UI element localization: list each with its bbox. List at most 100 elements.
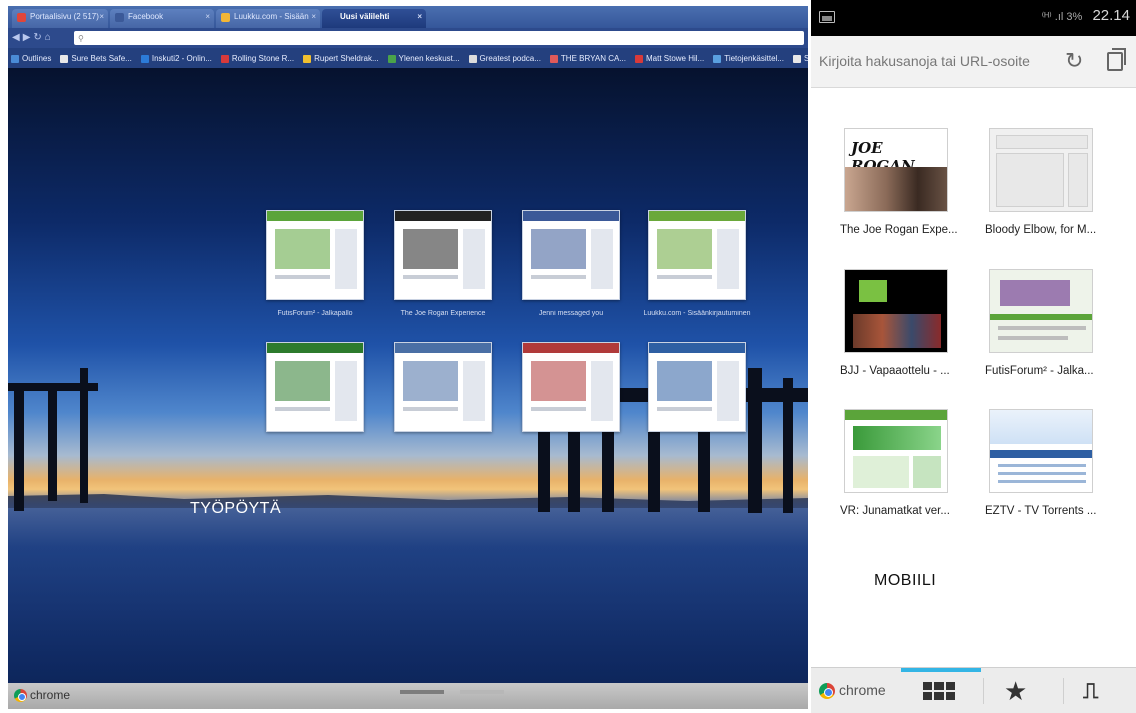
chrome-logo-icon (819, 683, 835, 699)
thumbnail-sidebar (335, 361, 357, 421)
most-visited-thumbnail[interactable] (522, 342, 620, 432)
thumbnail-content (853, 456, 909, 488)
grid-icon[interactable] (923, 682, 955, 700)
thumbnail-sidebar (463, 361, 485, 421)
thumbnail-text-line (998, 336, 1068, 340)
reload-icon[interactable]: ↻ (1065, 48, 1083, 74)
signal-battery-icons: ⁽ᴴ⁾ .ıl 3% (1041, 11, 1083, 23)
thumbnail-title: The Joe Rogan Experience (400, 310, 486, 317)
star-icon[interactable]: ★ (1004, 676, 1027, 707)
tile-title: BJJ - Vapaaottelu - ... (840, 365, 950, 377)
thumbnail-sidebar (913, 456, 941, 488)
chrome-logo-icon (14, 689, 27, 702)
most-visited-thumbnail[interactable] (394, 210, 492, 300)
thumbnail-text-line (403, 275, 458, 279)
thumbnail-header (267, 343, 363, 353)
thumbnail-header (649, 343, 745, 353)
thumbnail-header (267, 211, 363, 221)
most-visited-thumbnail[interactable] (522, 210, 620, 300)
placeholder-block (996, 135, 1088, 149)
most-visited-thumbnail[interactable] (266, 210, 364, 300)
thumbnail-text-line (531, 407, 586, 411)
tab-switcher-icon[interactable] (1107, 48, 1126, 71)
desktop-caption: TYÖPÖYTÄ (190, 500, 282, 517)
thumbnail-banner (1000, 280, 1070, 306)
thumbnail-banner (990, 410, 1092, 444)
thumbnail-sidebar (463, 229, 485, 289)
other-devices-icon[interactable]: ⎍ (1083, 678, 1115, 704)
thumbnail-header (395, 343, 491, 353)
divider (983, 678, 984, 704)
thumbnail-sidebar (717, 361, 739, 421)
most-visited-thumbnail[interactable] (648, 342, 746, 432)
thumbnail-content (657, 361, 712, 401)
thumbnail-text-line (657, 275, 712, 279)
thumbnail-header (845, 410, 947, 420)
mobile-chrome-window: ⁽ᴴ⁾ .ıl 3% 22.14 Kirjoita hakusanoja tai… (811, 0, 1136, 713)
section-tab-most-visited[interactable] (400, 690, 444, 694)
mobile-caption: MOBIILI (874, 572, 937, 589)
tile-title: Bloody Elbow, for M... (985, 224, 1097, 236)
thumbnail-content (275, 361, 330, 401)
chrome-brand: chrome (14, 688, 70, 702)
thumbnail-title: FutisForum² - Jalkapallo (277, 310, 353, 317)
thumbnail-text-line (998, 472, 1086, 475)
divider (1063, 678, 1064, 704)
thumbnail-header (523, 211, 619, 221)
status-time: 22.14 (1092, 7, 1130, 24)
desktop-chrome-window: Portaalisivu (2 517) × Facebook × Luukku… (8, 6, 808, 709)
most-visited-tile[interactable] (989, 409, 1093, 493)
thumbnail-content (275, 229, 330, 269)
url-bar: Kirjoita hakusanoja tai URL-osoite ↻ (811, 36, 1136, 88)
most-visited-tile[interactable] (989, 128, 1093, 212)
thumbnail-content (531, 229, 586, 269)
thumbnail-header (523, 343, 619, 353)
thumbnail-content (531, 361, 586, 401)
thumbnail-header (990, 314, 1092, 320)
thumbnail-content (403, 229, 458, 269)
most-visited-thumbnail[interactable] (266, 342, 364, 432)
thumbnail-text-line (275, 407, 330, 411)
most-visited-tile[interactable] (989, 269, 1093, 353)
thumbnail-text-line (998, 480, 1086, 483)
thumbnail-title: Luukku.com - Sisäänkirjautuminen (643, 310, 751, 317)
chrome-brand-label: chrome (839, 682, 886, 698)
gallery-notification-icon (819, 11, 835, 23)
thumbnail-header (649, 211, 745, 221)
chrome-brand: chrome (819, 682, 886, 699)
thumbnail-content (403, 361, 458, 401)
thumbnail-sidebar (717, 229, 739, 289)
most-visited-thumbnail[interactable] (394, 342, 492, 432)
thumbnail-text-line (403, 407, 458, 411)
thumbnail-banner (853, 426, 941, 450)
comparison-screenshot: Portaalisivu (2 517) × Facebook × Luukku… (0, 0, 1136, 713)
thumbnail-header (990, 450, 1092, 458)
most-visited-thumbnail[interactable] (648, 210, 746, 300)
most-visited-grid: FutisForum² - Jalkapallo The Joe Rogan Ex… (8, 6, 808, 709)
thumbnail-sidebar (591, 229, 613, 289)
thumbnail-header (395, 211, 491, 221)
tile-title: FutisForum² - Jalka... (985, 365, 1094, 377)
thumbnail-text-line (657, 407, 712, 411)
section-tab-apps[interactable] (460, 690, 504, 694)
status-indicators: ⁽ᴴ⁾ .ıl 3% 22.14 (1042, 7, 1130, 24)
bottom-navigation: chrome ★ ⎍ (811, 667, 1136, 713)
bottom-bar: chrome (8, 683, 808, 709)
thumbnail-title: Jenni messaged you (538, 310, 604, 317)
tile-title: EZTV - TV Torrents ... (985, 505, 1097, 517)
omnibox-input[interactable]: Kirjoita hakusanoja tai URL-osoite (819, 53, 1030, 69)
active-section-indicator (901, 668, 981, 672)
tile-title: The Joe Rogan Expe... (840, 224, 958, 236)
thumbnail-sidebar (591, 361, 613, 421)
thumbnail-photo (853, 314, 941, 348)
thumbnail-photo (845, 167, 947, 211)
thumbnail-text-line (531, 275, 586, 279)
most-visited-tile[interactable] (844, 409, 948, 493)
placeholder-block (996, 153, 1064, 207)
most-visited-tile[interactable]: JOE ROGAN (844, 128, 948, 212)
chrome-brand-label: chrome (30, 688, 71, 702)
thumbnail-text-line (998, 326, 1086, 330)
thumbnail-text-line (998, 464, 1086, 467)
most-visited-tile[interactable] (844, 269, 948, 353)
status-bar: ⁽ᴴ⁾ .ıl 3% 22.14 (811, 0, 1136, 36)
